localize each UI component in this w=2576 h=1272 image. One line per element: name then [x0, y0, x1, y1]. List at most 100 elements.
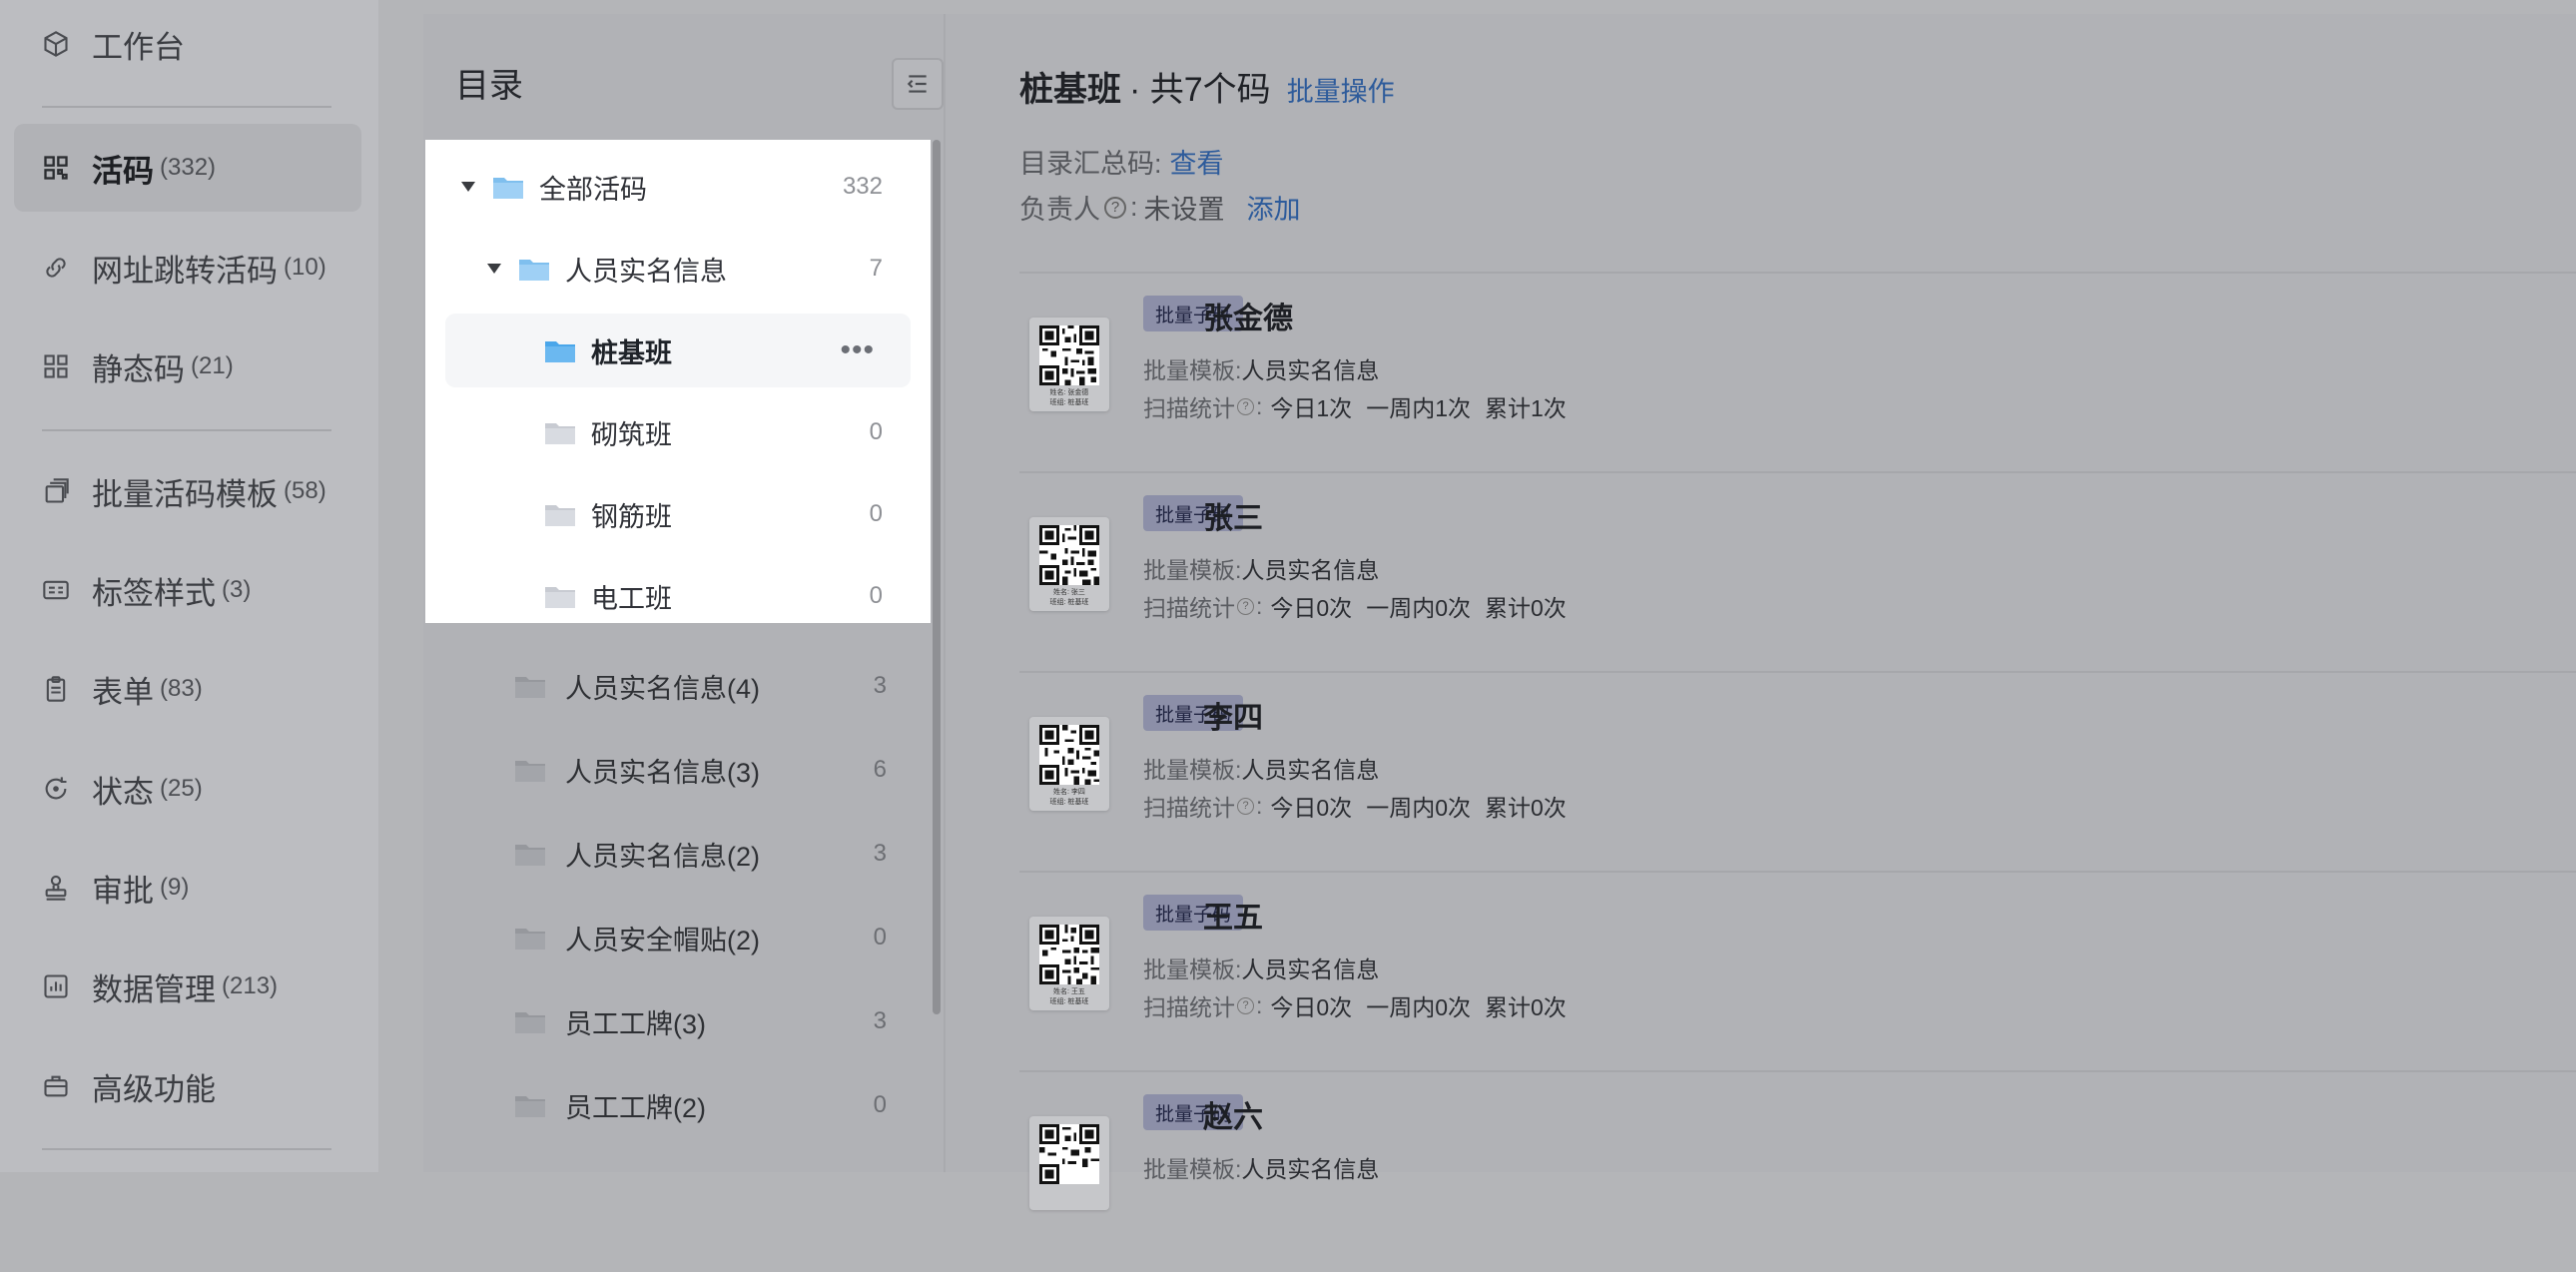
tree-item-personnel-info[interactable]: 人员实名信息 7	[425, 232, 931, 306]
template-value: 人员实名信息	[1241, 357, 1380, 383]
tree-item-rebar-team[interactable]: 钢筋班 0	[425, 477, 931, 551]
tree-item-electrician-team[interactable]: 电工班 0	[425, 559, 931, 633]
tree-item-personnel-info-4[interactable]: 人员实名信息(4) 3	[423, 649, 929, 723]
add-owner-link[interactable]: 添加	[1247, 188, 1301, 227]
tree-item-count: 0	[873, 924, 887, 951]
template-label: 批量模板:	[1143, 357, 1242, 383]
tree-item-personnel-info-3[interactable]: 人员实名信息(3) 6	[423, 733, 929, 807]
qrcode-thumbnail[interactable]: 姓名: 李四 班组: 桩基班	[1029, 717, 1109, 811]
stats-label: 扫描统计	[1143, 994, 1235, 1020]
tree-item-label: 人员实名信息(2)	[565, 841, 760, 872]
help-icon[interactable]: ?	[1237, 797, 1254, 815]
folder-gray-icon	[515, 677, 545, 698]
tree-item-masonry-team[interactable]: 砌筑班 0	[425, 395, 931, 469]
help-icon[interactable]: ?	[1237, 996, 1254, 1014]
stats-label: 扫描统计	[1143, 395, 1235, 421]
tree-item-label: 员工工牌(2)	[565, 1092, 706, 1123]
folder-icon	[545, 341, 575, 362]
nav-count: (83)	[160, 675, 203, 702]
qrcode-icon	[1039, 1124, 1099, 1184]
tree-item-personnel-info-2[interactable]: 人员实名信息(2) 3	[423, 817, 929, 891]
tree-item-all-codes[interactable]: 全部活码 332	[425, 150, 931, 224]
more-actions-icon[interactable]: •••	[840, 335, 875, 365]
code-card[interactable]: 批量子码 赵六 批量模板: 人员实名信息	[1019, 1072, 2576, 1272]
nav-item-status[interactable]: 状态 (25)	[14, 745, 361, 833]
batch-operation-link[interactable]: 批量操作	[1287, 70, 1395, 109]
tree-item-label: 桩基班	[591, 337, 672, 368]
stat-week: 一周内1次	[1366, 395, 1471, 421]
help-icon[interactable]: ?	[1237, 597, 1254, 615]
code-name[interactable]: 王五	[1203, 893, 1263, 937]
template-label: 批量模板:	[1143, 956, 1242, 982]
qrcode-caption: 班组: 桩基班	[1049, 599, 1089, 606]
nav-item-live-code[interactable]: 活码 (332)	[14, 124, 361, 212]
template-value: 人员实名信息	[1241, 1156, 1380, 1182]
catalog-scrollbar[interactable]	[933, 140, 941, 1014]
folder-gray-icon	[545, 505, 575, 526]
nav-item-advanced[interactable]: 高级功能	[14, 1042, 361, 1130]
nav-item-label-style[interactable]: 标签样式 (3)	[14, 546, 361, 634]
collapse-icon	[907, 75, 927, 93]
tree-item-label: 钢筋班	[591, 501, 672, 532]
code-card[interactable]: 姓名: 王五 班组: 桩基班 批量子码 王五 批量模板: 人员实名信息 扫描统计…	[1019, 873, 2576, 1072]
template-row: 批量模板: 人员实名信息	[1143, 751, 1379, 785]
nav-count: (9)	[160, 874, 190, 901]
code-name[interactable]: 李四	[1203, 693, 1263, 737]
qrcode-thumbnail[interactable]: 姓名: 张三 班组: 桩基班	[1029, 517, 1109, 611]
stat-total: 累计1次	[1484, 395, 1567, 421]
template-value: 人员实名信息	[1241, 557, 1380, 583]
tree-item-safety-helmet-2[interactable]: 人员安全帽贴(2) 0	[423, 901, 929, 974]
nav-label: 审批	[92, 873, 154, 909]
caret-down-icon[interactable]	[459, 178, 477, 196]
template-row: 批量模板: 人员实名信息	[1143, 551, 1379, 585]
tree-item-count: 3	[873, 840, 887, 867]
nav-item-data-management[interactable]: 数据管理 (213)	[14, 943, 361, 1030]
template-label: 批量模板:	[1143, 1156, 1242, 1182]
stat-week: 一周内0次	[1366, 595, 1471, 621]
nav-item-url-redirect[interactable]: 网址跳转活码 (10)	[14, 224, 361, 312]
nav-item-batch-template[interactable]: 批量活码模板 (58)	[14, 447, 361, 535]
nav-item-static-code[interactable]: 静态码 (21)	[14, 322, 361, 410]
code-name[interactable]: 赵六	[1203, 1092, 1263, 1136]
code-card[interactable]: 姓名: 李四 班组: 桩基班 批量子码 李四 批量模板: 人员实名信息 扫描统计…	[1019, 673, 2576, 873]
code-name[interactable]: 张三	[1203, 493, 1263, 537]
nav-divider	[42, 106, 331, 108]
qrcode-thumbnail[interactable]: 姓名: 王五 班组: 桩基班	[1029, 917, 1109, 1010]
stat-total: 累计0次	[1484, 795, 1567, 821]
qrcode-thumbnail[interactable]	[1029, 1116, 1109, 1210]
qrcode-caption: 班组: 桩基班	[1049, 998, 1089, 1005]
nav-label: 工作台	[92, 29, 185, 65]
nav-item-approval[interactable]: 审批 (9)	[14, 844, 361, 932]
code-name[interactable]: 张金德	[1203, 294, 1293, 337]
nav-item-form[interactable]: 表单 (83)	[14, 645, 361, 733]
qrcode-caption: 姓名: 王五	[1053, 988, 1085, 995]
caret-down-icon[interactable]	[485, 260, 503, 278]
qrcode-icon	[1039, 725, 1099, 785]
tree-item-label: 员工工牌(3)	[565, 1008, 706, 1039]
view-summary-link[interactable]: 查看	[1170, 142, 1224, 181]
cube-icon	[42, 30, 70, 58]
tree-item-label: 人员实名信息(4)	[565, 673, 760, 704]
tree-item-pile-team[interactable]: 桩基班 •••	[445, 314, 911, 387]
tree-item-count: 3	[873, 672, 887, 699]
tree-item-employee-badge-2[interactable]: 员工工牌(2) 0	[423, 1068, 929, 1142]
collapse-catalog-button[interactable]	[892, 58, 944, 110]
qrcode-icon	[1039, 525, 1099, 585]
code-card[interactable]: 姓名: 张三 班组: 桩基班 批量子码 张三 批量模板: 人员实名信息 扫描统计…	[1019, 473, 2576, 673]
scan-stats-row: 扫描统计 ? : 今日0次 一周内0次 累计0次	[1143, 789, 1581, 823]
code-card[interactable]: 姓名: 张金德 班组: 桩基班 批量子码 张金德 批量模板: 人员实名信息 扫描…	[1019, 274, 2576, 473]
nav-count: (3)	[222, 576, 252, 603]
link-icon	[42, 254, 70, 282]
folder-gray-icon	[515, 761, 545, 782]
tree-item-label: 人员实名信息	[565, 256, 727, 287]
help-icon[interactable]: ?	[1104, 196, 1126, 219]
qrcode-icon	[1039, 925, 1099, 984]
help-icon[interactable]: ?	[1237, 397, 1254, 415]
tree-item-label: 人员安全帽贴(2)	[565, 925, 760, 955]
qrcode-caption: 姓名: 张金德	[1049, 389, 1089, 396]
tree-item-label: 全部活码	[539, 174, 647, 205]
qrcode-caption: 班组: 桩基班	[1049, 399, 1089, 406]
nav-item-workbench[interactable]: 工作台	[14, 0, 361, 88]
qrcode-thumbnail[interactable]: 姓名: 张金德 班组: 桩基班	[1029, 318, 1109, 411]
tree-item-employee-badge-3[interactable]: 员工工牌(3) 3	[423, 984, 929, 1058]
